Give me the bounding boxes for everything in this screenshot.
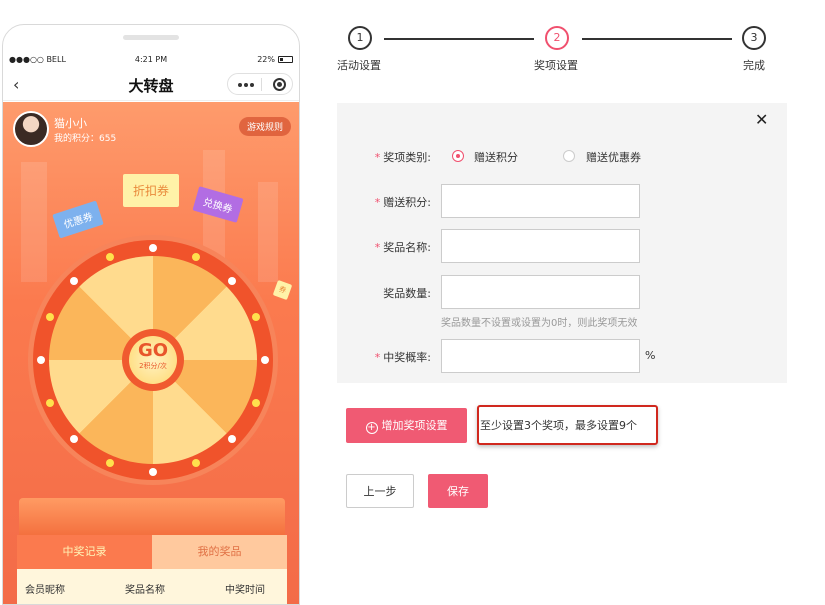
wheel-bulb bbox=[69, 435, 78, 444]
wheel-bulb bbox=[149, 244, 157, 252]
records-table-header: 会员昵称 奖品名称 中奖时间 bbox=[17, 569, 287, 604]
category-label-text: 奖项类别: bbox=[383, 151, 431, 164]
status-bar: ●●●○○ BELL 4:21 PM 22% bbox=[3, 51, 299, 69]
more-dots-icon[interactable] bbox=[238, 83, 242, 87]
required-mark: * bbox=[374, 351, 381, 364]
step-2-label: 奖项设置 bbox=[534, 59, 578, 72]
go-button[interactable]: GO 2积分/次 bbox=[129, 336, 177, 384]
game-rules-button[interactable]: 游戏规则 bbox=[238, 117, 291, 136]
wheel-bulb bbox=[69, 276, 78, 285]
probability-label-text: 中奖概率: bbox=[383, 351, 431, 364]
radio-give-coupon-label[interactable]: 赠送优惠券 bbox=[586, 149, 641, 165]
mini-program-navbar: ‹ 大转盘 bbox=[3, 69, 299, 101]
capsule-menu[interactable] bbox=[227, 73, 293, 95]
user-points: 我的积分：655 bbox=[54, 134, 117, 144]
record-tabs: 中奖记录 我的奖品 bbox=[17, 535, 287, 569]
building-decoration bbox=[21, 162, 47, 282]
add-prize-button[interactable]: + 增加奖项设置 bbox=[346, 408, 467, 443]
category-label: * 奖项类别: bbox=[365, 149, 431, 165]
add-prize-label: 增加奖项设置 bbox=[381, 419, 448, 432]
radio-give-points-label[interactable]: 赠送积分 bbox=[474, 149, 518, 165]
quantity-hint: 奖品数量不设置或设置为0时，则此奖项无效 bbox=[441, 318, 638, 329]
close-target-icon[interactable] bbox=[273, 78, 286, 91]
wheel-bulb bbox=[252, 313, 261, 322]
column-member-nickname: 会员昵称 bbox=[25, 585, 65, 596]
wheel-bulb bbox=[228, 435, 237, 444]
tab-winning-records[interactable]: 中奖记录 bbox=[17, 535, 152, 569]
step-2-circle: 2 bbox=[545, 26, 569, 50]
step-3-circle: 3 bbox=[742, 26, 766, 50]
probability-label: * 中奖概率: bbox=[365, 349, 431, 365]
radio-give-coupon[interactable] bbox=[563, 150, 575, 162]
prize-count-note: 至少设置3个奖项，最多设置9个 bbox=[480, 419, 637, 432]
phone-speaker bbox=[123, 35, 179, 40]
wheel-bulb bbox=[106, 252, 115, 261]
status-time: 4:21 PM bbox=[134, 55, 168, 64]
wheel-bulb bbox=[191, 459, 200, 468]
prize-name-label-text: 奖品名称: bbox=[383, 241, 431, 254]
step-connector bbox=[384, 38, 534, 40]
user-avatar bbox=[13, 111, 49, 147]
capsule-divider bbox=[261, 78, 262, 91]
wheel-bulb bbox=[45, 398, 54, 407]
percent-unit: % bbox=[645, 349, 656, 362]
building-decoration bbox=[258, 182, 278, 282]
wheel-pedestal bbox=[19, 498, 285, 538]
column-win-time: 中奖时间 bbox=[225, 585, 265, 596]
coupon-ticket: 优惠券 bbox=[52, 200, 104, 239]
battery-text: 22% bbox=[257, 55, 275, 64]
step-connector bbox=[582, 38, 732, 40]
wheel-bulb bbox=[37, 356, 45, 364]
required-mark: * bbox=[374, 241, 381, 254]
go-label: GO bbox=[137, 340, 169, 361]
wheel-bulb bbox=[106, 459, 115, 468]
exchange-ticket: 兑换券 bbox=[192, 186, 244, 223]
probability-input[interactable] bbox=[441, 339, 640, 373]
wheel-bulb bbox=[252, 398, 261, 407]
quantity-label: 奖品数量: bbox=[383, 287, 431, 300]
phone-preview: ●●●○○ BELL 4:21 PM 22% ‹ 大转盘 猫小小 我的积分：65… bbox=[2, 24, 300, 605]
required-mark: * bbox=[374, 151, 381, 164]
prize-name-input[interactable] bbox=[441, 229, 640, 263]
save-button[interactable]: 保存 bbox=[428, 474, 488, 508]
discount-ticket: 折扣券 bbox=[123, 174, 180, 207]
quantity-input[interactable] bbox=[441, 275, 640, 309]
required-mark: * bbox=[374, 196, 381, 209]
close-icon[interactable]: ✕ bbox=[755, 110, 768, 129]
prize-name-label: * 奖品名称: bbox=[365, 239, 431, 255]
plus-circle-icon: + bbox=[365, 422, 378, 434]
prize-wheel[interactable]: GO 2积分/次 bbox=[33, 240, 273, 480]
page: ●●●○○ BELL 4:21 PM 22% ‹ 大转盘 猫小小 我的积分：65… bbox=[0, 0, 825, 605]
points-label-text: 赠送积分: bbox=[383, 196, 431, 209]
points-input[interactable] bbox=[441, 184, 640, 218]
step-1-label: 活动设置 bbox=[337, 59, 381, 72]
battery-icon bbox=[278, 56, 293, 63]
wheel-bulb bbox=[261, 356, 269, 364]
wheel-bulb bbox=[228, 276, 237, 285]
go-cost: 2积分/次 bbox=[139, 362, 167, 370]
wheel-bulb bbox=[191, 252, 200, 261]
radio-give-points[interactable] bbox=[452, 150, 464, 162]
step-3-label: 完成 bbox=[743, 59, 765, 72]
previous-step-button[interactable]: 上一步 bbox=[346, 474, 414, 508]
small-ticket: 券 bbox=[272, 279, 293, 301]
user-name: 猫小小 bbox=[54, 117, 87, 130]
step-1-circle: 1 bbox=[348, 26, 372, 50]
wheel-bulb bbox=[149, 468, 157, 476]
points-label: * 赠送积分: bbox=[365, 194, 431, 210]
wheel-bulb bbox=[45, 313, 54, 322]
column-prize-name: 奖品名称 bbox=[125, 585, 165, 596]
lucky-wheel-game: 猫小小 我的积分：655 游戏规则 优惠券 折扣券 兑换券 券 GO 2积分/次… bbox=[3, 102, 299, 604]
tab-my-prizes[interactable]: 我的奖品 bbox=[152, 535, 287, 569]
